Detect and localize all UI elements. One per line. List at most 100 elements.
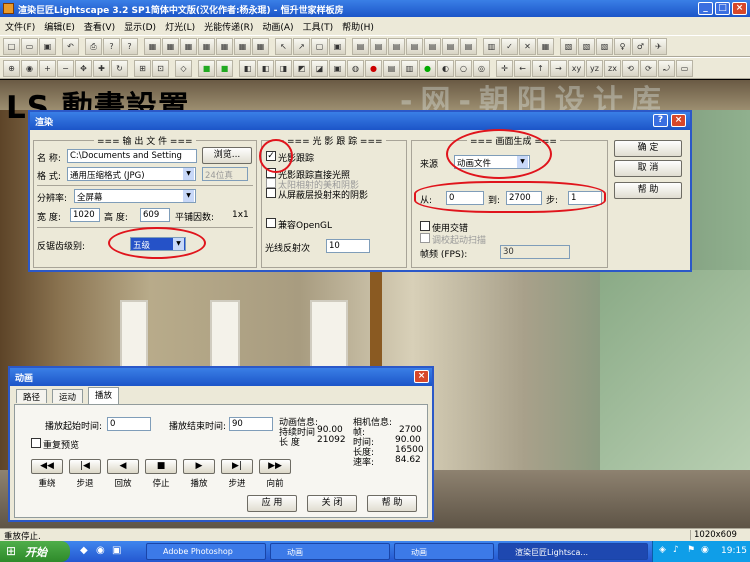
tool-17-icon[interactable]: ▧	[596, 37, 613, 55]
menu-file[interactable]: 文件(F)	[5, 20, 35, 35]
tab-path[interactable]: 路径	[16, 389, 48, 403]
dialog-help-icon[interactable]: ?	[653, 114, 668, 127]
select-add-icon[interactable]: ↗	[293, 37, 310, 55]
help-button[interactable]: 帮 助	[614, 182, 682, 199]
select-arrow-icon[interactable]: ↖	[275, 37, 292, 55]
tool-4-icon[interactable]: ▦	[198, 37, 215, 55]
quicklaunch-browser-icon[interactable]: ◉	[96, 545, 105, 556]
end-time-field[interactable]: 90	[229, 417, 273, 431]
menu-light[interactable]: 灯光(L)	[165, 20, 195, 35]
save-icon[interactable]: ▣	[39, 37, 56, 55]
browse-button[interactable]: 浏览...	[202, 147, 252, 164]
format-select[interactable]: 通用压缩格式 (JPG) ▼	[67, 167, 196, 181]
tool-15-icon[interactable]: ▧	[560, 37, 577, 55]
tool-2-icon[interactable]: ▦	[162, 37, 179, 55]
menu-tools[interactable]: 工具(T)	[303, 20, 334, 35]
spot-icon[interactable]: ◐	[437, 59, 454, 77]
close-button[interactable]: ×	[732, 2, 747, 15]
grid-icon[interactable]: ▦	[537, 37, 554, 55]
check-icon[interactable]: ✓	[501, 37, 518, 55]
close-dialog-button[interactable]: 关 闭	[307, 495, 357, 512]
arrow-left-icon[interactable]: ←	[514, 59, 531, 77]
menu-radiosity[interactable]: 光能传递(R)	[204, 20, 253, 35]
task-animation-2[interactable]: 动画	[394, 543, 494, 560]
tool-5-icon[interactable]: ▦	[216, 37, 233, 55]
tab-playback[interactable]: 播放	[88, 387, 120, 404]
tool-12-icon[interactable]: ▤	[424, 37, 441, 55]
fast-forward-button[interactable]: ▶▶	[259, 459, 291, 474]
arrow-right-icon[interactable]: →	[550, 59, 567, 77]
box-3-icon[interactable]: ◨	[275, 59, 292, 77]
tool-3-icon[interactable]: ▦	[180, 37, 197, 55]
tray-app-icon[interactable]: ◉	[701, 545, 709, 555]
zoom-in-icon[interactable]: +	[39, 59, 56, 77]
undo-icon[interactable]: ↶	[62, 37, 79, 55]
tool-1-icon[interactable]: ▦	[144, 37, 161, 55]
red-dot-icon[interactable]: ●	[365, 59, 382, 77]
context-help-icon[interactable]: ?	[121, 37, 138, 55]
tool-8-icon[interactable]: ▤	[352, 37, 369, 55]
box-5-icon[interactable]: ◪	[311, 59, 328, 77]
solid-box-icon[interactable]: ■	[216, 59, 233, 77]
rot-x-icon[interactable]: ⟲	[622, 59, 639, 77]
anim-help-button[interactable]: 帮 助	[367, 495, 417, 512]
node-icon[interactable]: ◎	[473, 59, 490, 77]
help-icon[interactable]: ?	[103, 37, 120, 55]
shadow-checkbox[interactable]	[266, 188, 276, 198]
zoom-extents-icon[interactable]: ⊡	[152, 59, 169, 77]
reverse-play-button[interactable]: ◀	[107, 459, 139, 474]
clipboard-icon[interactable]: ▥	[483, 37, 500, 55]
layers-icon[interactable]: ▤	[383, 59, 400, 77]
cancel-button[interactable]: 取 消	[614, 160, 682, 177]
box-4-icon[interactable]: ◩	[293, 59, 310, 77]
tool-9-icon[interactable]: ▤	[370, 37, 387, 55]
zoom-icon[interactable]: ⊕	[3, 59, 20, 77]
ok-button[interactable]: 确 定	[614, 140, 682, 157]
menu-animation[interactable]: 动画(A)	[262, 20, 293, 35]
loop-checkbox[interactable]	[31, 438, 41, 448]
eye-icon[interactable]: ◉	[21, 59, 38, 77]
move-icon[interactable]: ✚	[93, 59, 110, 77]
new-icon[interactable]: □	[3, 37, 20, 55]
zx-plane-icon[interactable]: zx	[604, 59, 621, 77]
box-6-icon[interactable]: ▣	[329, 59, 346, 77]
task-photoshop[interactable]: Adobe Photoshop	[146, 543, 266, 560]
xy-plane-icon[interactable]: xy	[568, 59, 585, 77]
tool-6-icon[interactable]: ▦	[234, 37, 251, 55]
rot-z-icon[interactable]: ⤾	[658, 59, 675, 77]
solid-green-icon[interactable]: ■	[198, 59, 215, 77]
tray-volume-icon[interactable]: ♪	[673, 545, 679, 555]
start-time-field[interactable]: 0	[107, 417, 151, 431]
maximize-button[interactable]: □	[715, 2, 730, 15]
tool-7-icon[interactable]: ▦	[252, 37, 269, 55]
rot-y-icon[interactable]: ⟳	[640, 59, 657, 77]
tool-13-icon[interactable]: ▤	[442, 37, 459, 55]
cross-icon[interactable]: ✕	[519, 37, 536, 55]
task-lightscape[interactable]: 渲染巨匠Lightsca...	[498, 543, 648, 560]
rewind-button[interactable]: ◀◀	[31, 459, 63, 474]
interlace-checkbox[interactable]	[420, 221, 430, 231]
tab-motion[interactable]: 运动	[52, 389, 84, 403]
minimize-button[interactable]: _	[698, 2, 713, 15]
menu-view[interactable]: 查看(V)	[84, 20, 115, 35]
zoom-out-icon[interactable]: −	[57, 59, 74, 77]
menu-edit[interactable]: 编辑(E)	[44, 20, 75, 35]
step-forward-button[interactable]: ▶|	[221, 459, 253, 474]
dialog-close-icon[interactable]: ×	[414, 370, 429, 383]
menu-help[interactable]: 帮助(H)	[342, 20, 374, 35]
pan-icon[interactable]: ✥	[75, 59, 92, 77]
tray-network-icon[interactable]: ◈	[659, 545, 666, 555]
select-all-icon[interactable]: ▣	[329, 37, 346, 55]
globe-icon[interactable]: ◍	[347, 59, 364, 77]
tray-security-icon[interactable]: ⚑	[687, 545, 695, 555]
zoom-window-icon[interactable]: ⊞	[134, 59, 151, 77]
quicklaunch-icon[interactable]: ◆	[80, 545, 88, 556]
rotate-icon[interactable]: ↻	[111, 59, 128, 77]
tool-14-icon[interactable]: ▤	[460, 37, 477, 55]
width-field[interactable]: 1020	[70, 208, 100, 222]
play-button[interactable]: ▶	[183, 459, 215, 474]
name-field[interactable]: C:\Documents and Setting	[67, 149, 197, 163]
task-animation-1[interactable]: 动画	[270, 543, 390, 560]
stop-button[interactable]: ■	[145, 459, 177, 474]
sphere-icon[interactable]: ○	[455, 59, 472, 77]
